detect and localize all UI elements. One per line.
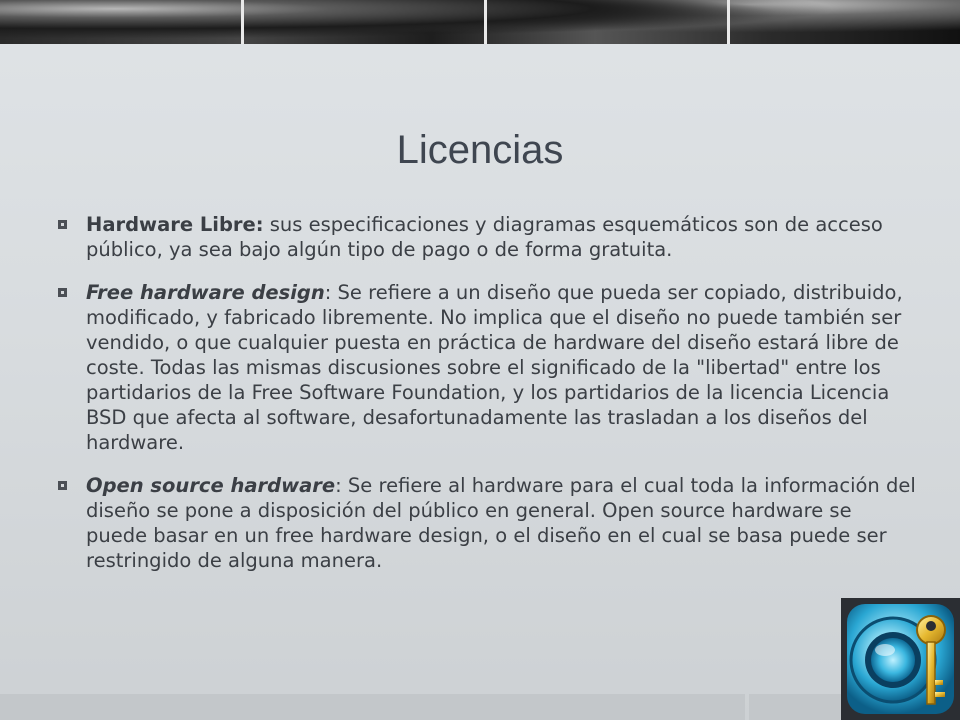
square-bullet-icon bbox=[58, 288, 67, 297]
bullet-text: : Se refiere a un diseño que pueda ser c… bbox=[86, 281, 903, 454]
bullet-item-free-hardware-design: Free hardware design: Se refiere a un di… bbox=[56, 280, 916, 455]
bullet-term: Open source hardware bbox=[86, 474, 336, 497]
bullet-list: Hardware Libre: sus especificaciones y d… bbox=[56, 212, 916, 591]
key-disc-icon bbox=[841, 598, 960, 720]
slide-title: Licencias bbox=[396, 128, 564, 172]
bullet-item-open-source-hardware: Open source hardware: Se refiere al hard… bbox=[56, 473, 916, 573]
bullet-term: Hardware Libre: bbox=[86, 213, 264, 236]
banner-divider bbox=[484, 0, 487, 44]
footer-band bbox=[749, 694, 841, 720]
square-bullet-icon bbox=[58, 220, 67, 229]
footer-band bbox=[0, 694, 745, 720]
banner-divider bbox=[241, 0, 244, 44]
square-bullet-icon bbox=[58, 481, 67, 490]
bullet-item-hardware-libre: Hardware Libre: sus especificaciones y d… bbox=[56, 212, 916, 262]
banner-divider bbox=[727, 0, 730, 44]
logo-graphic bbox=[841, 598, 960, 720]
header-banner-image bbox=[0, 0, 960, 44]
bullet-term: Free hardware design bbox=[86, 281, 325, 304]
